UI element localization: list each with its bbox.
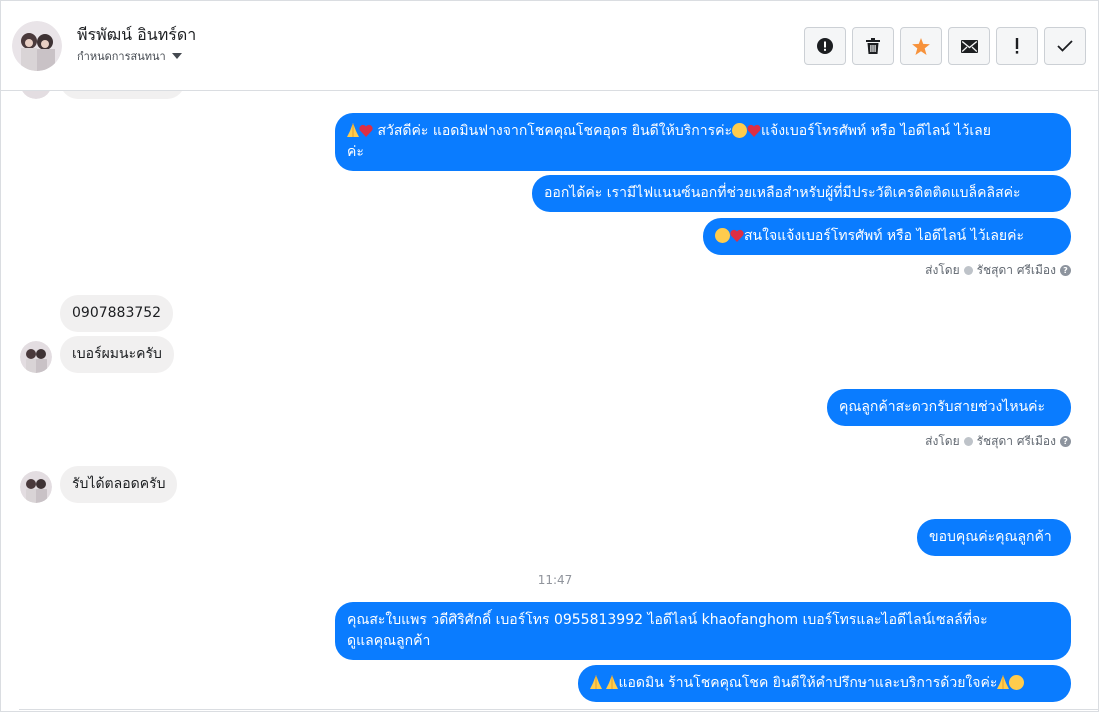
exclamation-icon (1015, 38, 1019, 54)
report-button[interactable] (804, 27, 846, 65)
smiling-face-emoji-icon (715, 228, 730, 243)
contact-avatar[interactable] (12, 21, 62, 71)
message-text: เบอร์ผมนะครับ (72, 346, 162, 362)
sent-by-label: ส่งโดย รัชสุดา ศรีเมือง ? (925, 261, 1071, 280)
help-icon[interactable]: ? (1060, 265, 1071, 276)
pray-emoji-icon (606, 675, 619, 689)
message-text: 0907883752 (72, 305, 162, 321)
contact-avatar-small (20, 91, 52, 99)
heart-emoji-icon (359, 124, 373, 137)
mark-done-button[interactable] (1044, 27, 1086, 65)
sent-by-label: ส่งโดย รัชสุดา ศรีเมือง ? (925, 432, 1071, 451)
star-button[interactable] (900, 27, 942, 65)
contact-avatar-small (20, 341, 52, 373)
pray-emoji-icon (590, 675, 602, 689)
message-bubble-incoming[interactable]: 0907883752 (60, 295, 174, 332)
message-text: คุณลูกค้าสะดวกรับสายช่วงไหนค่ะ (839, 399, 1046, 415)
heart-emoji-icon (730, 229, 744, 242)
conversation-header: พีรพัฒน์ อินทร์ดา กำหนดการสนทนา (1, 1, 1098, 91)
message-text: ออกได้ค่ะ เรามีไฟแนนซ์นอกที่ช่วยเหลือสำห… (544, 185, 1021, 201)
pray-emoji-icon (997, 675, 1010, 689)
star-icon (912, 37, 930, 55)
message-bubble-outgoing[interactable]: คุณสะใบแพร วดีศิริศักดิ์ เบอร์โทร 095581… (335, 602, 1071, 660)
toolbar (804, 27, 1086, 65)
trash-icon (866, 38, 880, 54)
sent-by-text: ส่งโดย (925, 263, 960, 277)
caret-down-icon (171, 53, 182, 59)
message-bubble-incoming[interactable]: เบอร์ผมนะครับ (60, 336, 174, 373)
message-thread[interactable]: สวัสดีค่ะ แอดมินฟางจากโชคคุณโชคอุดร ยินด… (1, 91, 1098, 711)
message-bubble-incoming[interactable]: รับได้ตลอดครับ (60, 466, 178, 503)
contact-name[interactable]: พีรพัฒน์ อินทร์ดา (77, 23, 196, 48)
pray-emoji-icon (347, 123, 359, 137)
message-text: ดูแลคุณลูกค้า (347, 633, 431, 649)
mark-unread-button[interactable] (948, 27, 990, 65)
composer-divider (19, 709, 1098, 710)
message-bubble-outgoing[interactable]: สวัสดีค่ะ แอดมินฟางจากโชคคุณโชคอุดร ยินด… (335, 113, 1071, 171)
delete-button[interactable] (852, 27, 894, 65)
conversation-window: พีรพัฒน์ อินทร์ดา กำหนดการสนทนา สวัสดีค่… (0, 0, 1099, 712)
spam-button[interactable] (996, 27, 1038, 65)
message-text: สวัสดีค่ะ แอดมินฟางจากโชคคุณโชคอุดร ยินด… (373, 123, 732, 139)
message-bubble-outgoing[interactable]: คุณลูกค้าสะดวกรับสายช่วงไหนค่ะ (827, 389, 1071, 426)
assign-conversation-dropdown[interactable]: กำหนดการสนทนา (77, 47, 182, 65)
message-text: รับได้ตลอดครับ (72, 476, 166, 492)
smiling-face-emoji-icon (731, 123, 747, 138)
message-bubble-outgoing[interactable]: ขอบคุณค่ะคุณลูกค้า (917, 519, 1071, 556)
smiling-face-emoji-icon (1009, 675, 1025, 690)
message-bubble-outgoing[interactable]: ออกได้ค่ะ เรามีไฟแนนซ์นอกที่ช่วยเหลือสำห… (532, 175, 1071, 212)
message-bubble-outgoing[interactable]: สนใจแจ้งเบอร์โทรศัพท์ หรือ ไอดีไลน์ ไว้เ… (703, 218, 1071, 255)
contact-avatar-small (20, 471, 52, 503)
mail-icon (960, 39, 978, 53)
agent-status-icon (963, 437, 973, 446)
message-text: สนใจแจ้งเบอร์โทรศัพท์ หรือ ไอดีไลน์ ไว้เ… (744, 228, 1025, 244)
message-text: ขอบคุณค่ะคุณลูกค้า (929, 529, 1052, 545)
heart-emoji-icon (747, 124, 761, 137)
agent-status-icon (963, 266, 973, 275)
message-bubble-incoming-partial[interactable] (60, 91, 185, 99)
sent-by-name[interactable]: รัชสุดา ศรีเมือง (977, 432, 1056, 451)
assign-label: กำหนดการสนทนา (77, 50, 166, 63)
message-text: คุณสะใบแพร วดีศิริศักดิ์ เบอร์โทร 095581… (347, 612, 988, 628)
time-divider: 11:47 (537, 573, 573, 587)
sent-by-name[interactable]: รัชสุดา ศรีเมือง (977, 261, 1056, 280)
check-icon (1057, 40, 1073, 52)
report-icon (817, 38, 833, 54)
help-icon[interactable]: ? (1060, 436, 1071, 447)
message-text: ค่ะ (347, 144, 364, 160)
message-text: แจ้งเบอร์โทรศัพท์ หรือ ไอดีไลน์ ไว้เลย (760, 123, 991, 139)
message-bubble-outgoing[interactable]: แอดมิน ร้านโชคคุณโชค ยินดีให้คำปรึกษาและ… (578, 665, 1071, 702)
sent-by-text: ส่งโดย (925, 434, 960, 448)
message-text: แอดมิน ร้านโชคคุณโชค ยินดีให้คำปรึกษาและ… (618, 675, 998, 691)
